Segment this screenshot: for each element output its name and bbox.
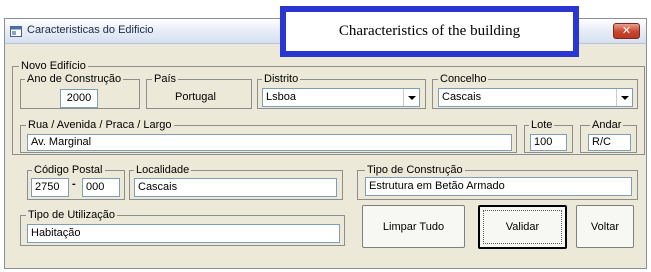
codigo-postal-part1-field[interactable]: 2750 <box>31 178 69 197</box>
concelho-select[interactable]: Cascais <box>438 88 633 107</box>
lote-label: Lote <box>529 119 555 131</box>
localidade-field[interactable]: Cascais <box>134 178 337 197</box>
localidade-label: Localidade <box>134 164 192 176</box>
pais-value: Portugal <box>175 91 216 103</box>
concelho-label: Concelho <box>438 73 489 85</box>
distrito-label: Distrito <box>262 73 301 85</box>
andar-label: Andar <box>590 119 624 131</box>
close-icon[interactable]: ✕ <box>613 23 640 39</box>
rua-label: Rua / Avenida / Praca / Largo <box>26 119 174 131</box>
focus-rectangle <box>483 210 562 244</box>
tipo-utilizacao-label: Tipo de Utilização <box>26 209 118 221</box>
andar-field[interactable]: R/C <box>588 134 631 151</box>
lote-field[interactable]: 100 <box>530 134 567 151</box>
chevron-down-icon[interactable] <box>616 89 632 106</box>
validar-button[interactable]: Validar <box>478 205 567 249</box>
distrito-select[interactable]: Lsboa <box>262 88 420 107</box>
rua-field[interactable]: Av. Marginal <box>27 134 512 151</box>
voltar-button[interactable]: Voltar <box>576 205 634 248</box>
chevron-down-icon[interactable] <box>403 89 419 106</box>
concelho-value: Cascais <box>442 91 482 103</box>
tipo-utilizacao-field[interactable]: Habitação <box>27 224 340 243</box>
pais-label: País <box>152 73 179 85</box>
codigo-postal-label: Código Postal <box>32 164 105 176</box>
overlay-caption: Characteristics of the building <box>280 6 579 57</box>
codigo-postal-part2-field[interactable]: 000 <box>82 178 120 197</box>
codigo-postal-separator: - <box>72 178 76 190</box>
ano-label: Ano de Construção <box>25 73 124 85</box>
ano-construcao-field[interactable]: 2000 <box>60 89 98 108</box>
distrito-value: Lsboa <box>266 91 296 103</box>
tipo-construcao-field[interactable]: Estrutura em Betão Armado <box>365 177 632 196</box>
window-title: Caracteristicas do Edificio <box>27 24 154 36</box>
window-app-icon <box>10 26 22 37</box>
group-novo-edificio-label: Novo Edifício <box>19 60 88 72</box>
limpar-tudo-button[interactable]: Limpar Tudo <box>362 205 465 248</box>
tipo-construcao-label: Tipo de Construção <box>365 164 465 176</box>
